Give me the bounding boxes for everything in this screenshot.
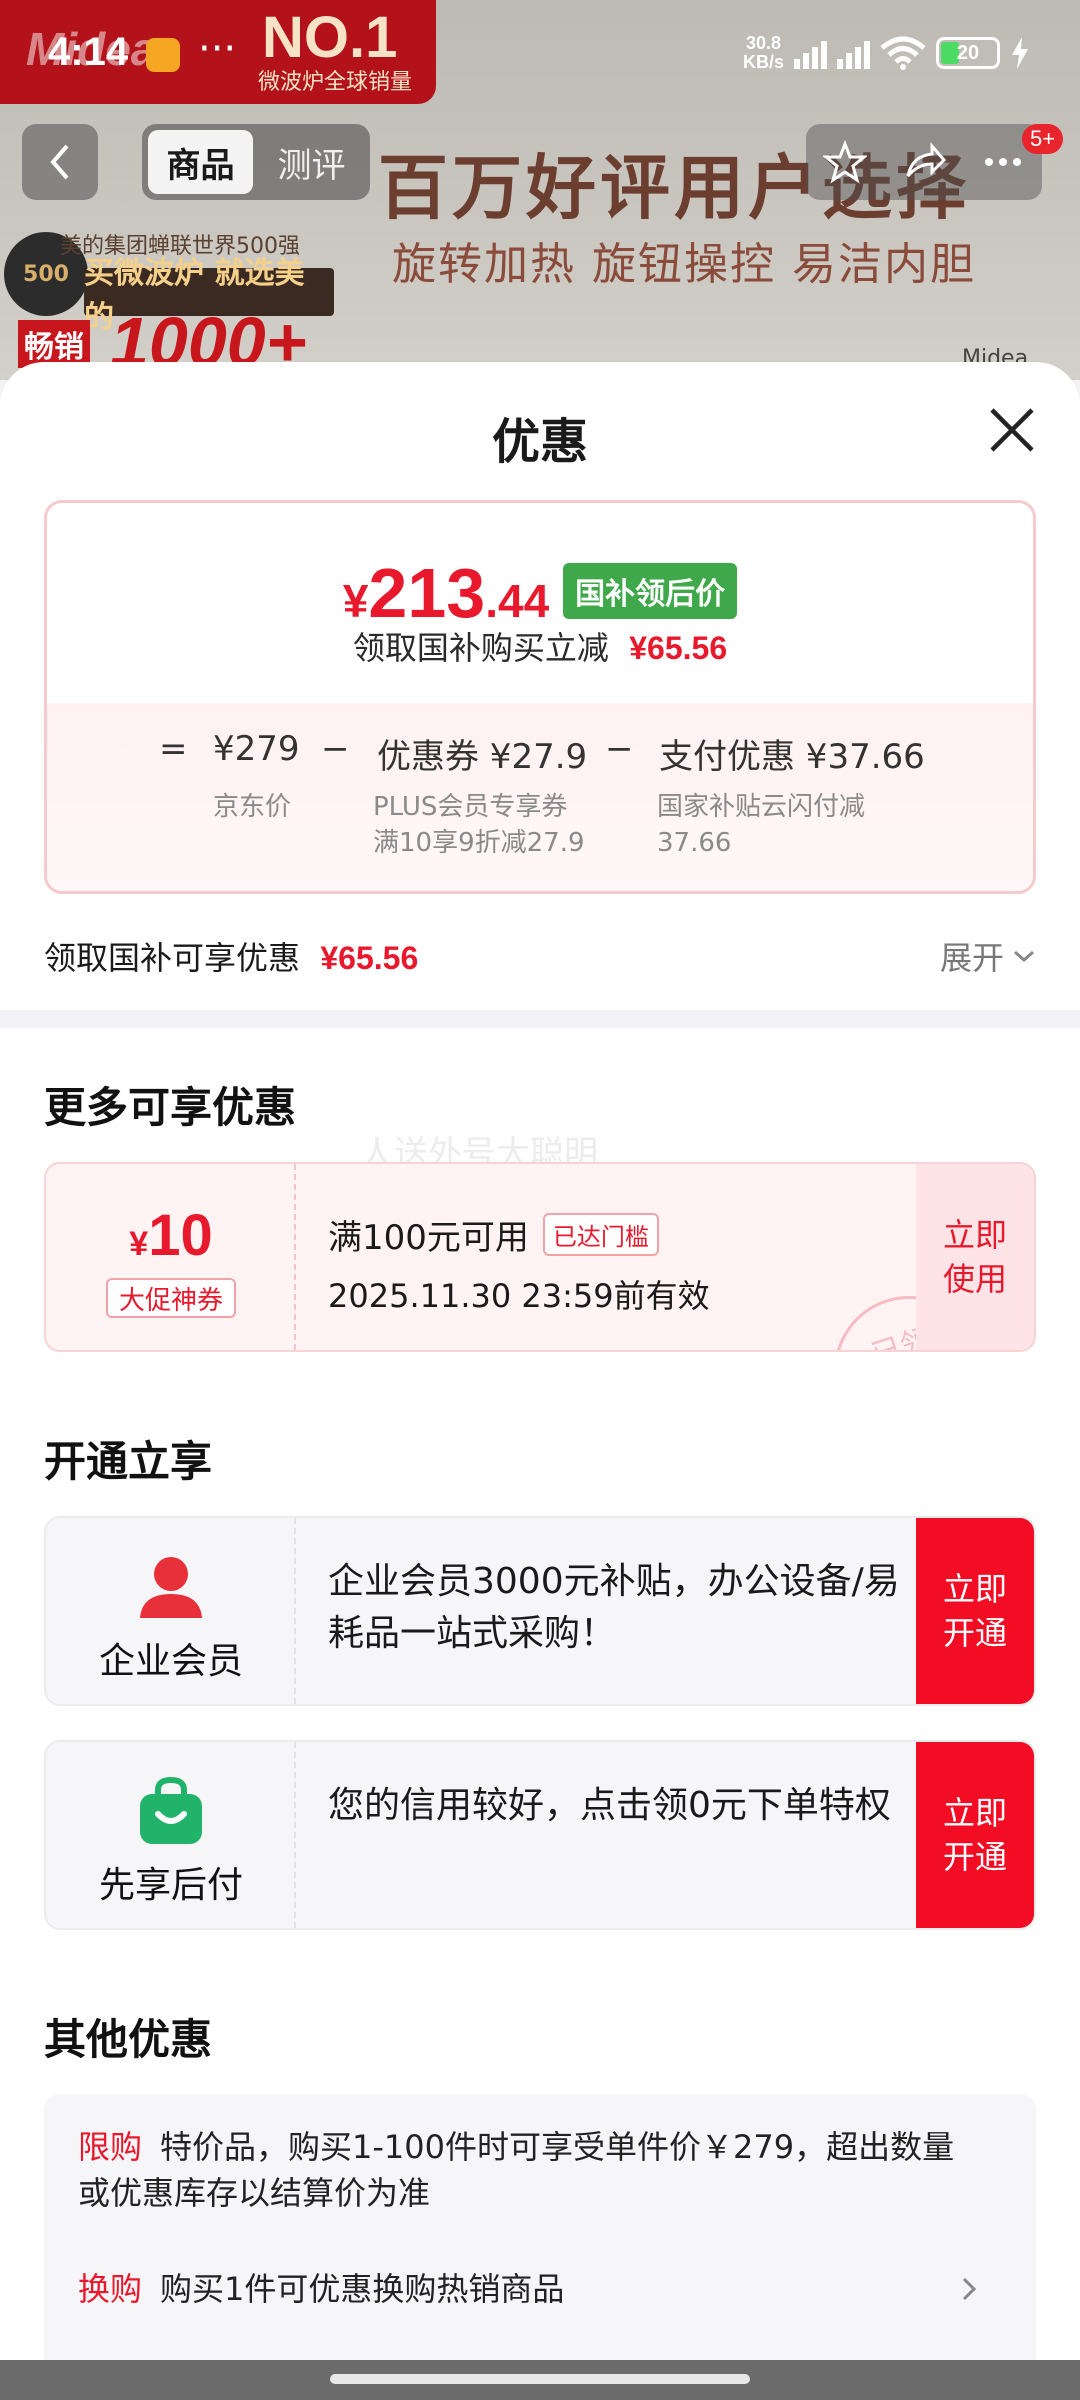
equals-sign: = [159,729,188,769]
minus-sign: − [605,729,634,769]
pay-later-description: 您的信用较好，点击领0元下单特权 [328,1785,891,1826]
more-offers-title: 更多可享优惠 [44,1083,297,1132]
minus-sign: − [321,729,350,769]
limit-purchase-line: 限购 特价品，购买1-100件时可享受单件价￥279，超出数量或优惠库存以结算价为… [78,2128,955,2212]
price-subtitle: 领取国补购买立减 ¥65.56 [352,629,728,667]
coupon-validity: 2025.11.30 23:59前有效 [328,1277,710,1315]
use-now-button[interactable]: 立即使用 [916,1164,1034,1350]
chevron-right-icon [962,2277,977,2301]
tab-review[interactable]: 测评 [259,130,364,194]
tab-product[interactable]: 商品 [148,130,253,194]
coupon-condition: 满100元可用 [328,1218,529,1258]
battery-icon: 20 [936,37,1000,69]
payment-label-1: 国家补贴云闪付减 [657,792,866,822]
pay-later-label: 先享后付 [98,1865,243,1906]
top-right-actions [806,124,1042,200]
back-button[interactable] [22,124,98,200]
base-price-label: 京东价 [213,792,292,822]
limit-tag: 限购 [78,2128,143,2166]
hot-label: 畅销 [18,320,90,368]
more-icon[interactable] [981,140,1025,184]
expand-button[interactable]: 展开 [940,933,1036,979]
network-speed: 30.8 KB/s [742,33,784,72]
payment-discount: 支付优惠 ¥37.66 [659,737,925,777]
star-icon[interactable] [823,140,868,184]
trade-in-tag: 换购 [78,2270,143,2308]
subsidy-price-tag: 国补领后价 [563,563,738,619]
trade-in-row[interactable]: 换购 购买1件可优惠换购热销商品 [78,2266,978,2312]
claim-text: 领取国补可享优惠 ¥65.56 [44,939,419,977]
share-icon[interactable] [902,140,946,184]
charging-icon [1012,37,1028,69]
cell-signal-icon [794,37,827,69]
coupon-label-2: 满10享9折减27.9 [373,828,585,858]
price-card: ¥213.44 国补领后价 领取国补购买立减 ¥65.56 = ¥279 − 优… [44,500,1036,894]
threshold-reached-badge: 已达门槛 [542,1213,659,1256]
section-divider [0,1010,1080,1028]
member-label: 企业会员 [98,1641,243,1682]
more-badge: 5+ [1022,124,1064,154]
shopping-bag-icon [140,1776,202,1844]
chevron-down-icon [1014,950,1034,963]
open-offers-title: 开通立享 [44,1437,213,1486]
banner-subline: 旋转加热 旋钮操控 易洁内胆 [392,239,976,290]
payment-label-2: 37.66 [657,828,732,858]
open-now-button[interactable]: 立即开通 [916,1518,1034,1704]
coupon-type-tag: 大促神券 [106,1278,236,1318]
coupon-label-1: PLUS会员专享券 [373,792,568,822]
user-icon [140,1557,202,1618]
base-price: ¥279 [213,729,300,769]
coupon-amount: ¥10 [129,1203,213,1268]
cell-signal-2-icon [837,37,870,69]
other-offers-box: 限购 特价品，购买1-100件时可享受单件价￥279，超出数量或优惠库存以结算价为… [44,2094,1036,2400]
system-nav-bar [0,2360,1080,2400]
sheet-title: 优惠 [491,414,588,470]
status-bar: 4:14 ··· 30.8 KB/s 20 [0,0,1080,100]
status-time: 4:14 [48,30,129,74]
coupon-card: ¥10 大促神券 满100元可用 已达门槛 2025.11.30 23:59前有… [44,1162,1036,1352]
pay-later-card: 先享后付 您的信用较好，点击领0元下单特权 立即开通 [44,1740,1036,1930]
wifi-icon [880,36,926,70]
chevron-left-icon [50,144,69,180]
message-notification-icon [146,38,180,72]
other-offers-title: 其他优惠 [44,2015,213,2064]
discount-sheet: 优惠 ¥213.44 国补领后价 领取国补购买立减 ¥65.56 = ¥279 … [0,362,1080,2400]
close-icon[interactable] [984,402,1040,458]
open-now-button[interactable]: 立即开通 [916,1742,1034,1928]
enterprise-member-card: 企业会员 企业会员3000元补贴，办公设备/易耗品一站式采购！ 立即开通 [44,1516,1036,1706]
product-tabs: 商品 测评 [142,124,370,200]
final-price: ¥213.44 [342,554,550,632]
member-description: 企业会员3000元补贴，办公设备/易耗品一站式采购！ [328,1561,900,1654]
coupon-discount: 优惠券 ¥27.9 [377,737,588,777]
home-gesture-bar[interactable] [330,2374,750,2384]
more-notifications-icon: ··· [198,26,237,72]
claim-subsidy-row[interactable]: 领取国补可享优惠 ¥65.56 展开 [44,926,1036,986]
price-breakdown: = ¥279 − 优惠券 ¥27.9 − 支付优惠 ¥37.66 京东价 PLU… [47,703,1033,891]
